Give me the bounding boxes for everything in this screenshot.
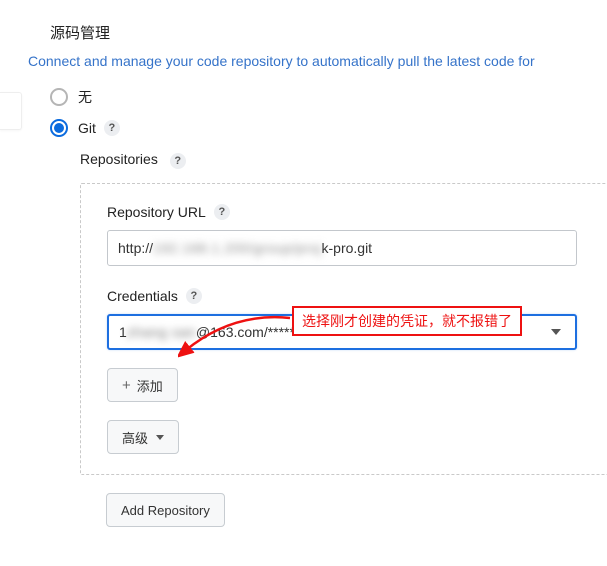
annotation-callout: 选择刚才创建的凭证，就不报错了 <box>292 306 522 336</box>
repositories-heading: Repositories ? <box>80 151 607 169</box>
section-title: 源码管理 <box>50 22 607 43</box>
advanced-label: 高级 <box>122 428 148 447</box>
help-icon[interactable]: ? <box>186 288 202 304</box>
repo-url-label-text: Repository URL <box>107 204 206 220</box>
repo-url-label: Repository URL ? <box>107 204 607 220</box>
section-desc: Connect and manage your code repository … <box>28 53 607 69</box>
help-icon[interactable]: ? <box>170 153 186 169</box>
repo-url-value-suffix: k-pro.git <box>322 240 373 256</box>
plus-icon: + <box>122 377 131 394</box>
git-config: Repositories ? Repository URL ? http:// … <box>80 151 607 527</box>
credentials-label: Credentials ? <box>107 288 607 304</box>
chevron-down-icon <box>156 435 164 440</box>
add-credential-label: 添加 <box>137 376 163 395</box>
add-repository-label: Add Repository <box>121 503 210 518</box>
radio-label-none: 无 <box>78 87 92 107</box>
add-repository-button[interactable]: Add Repository <box>106 493 225 527</box>
repo-url-input[interactable]: http:// 192.168.1.200/group/proj k-pro.g… <box>107 230 577 266</box>
left-panel-stub <box>0 92 22 130</box>
credentials-label-text: Credentials <box>107 288 178 304</box>
scm-option-git[interactable]: Git ? <box>50 119 607 137</box>
credentials-value-prefix: 1 <box>119 324 127 340</box>
help-icon[interactable]: ? <box>104 120 120 136</box>
repo-url-value-prefix: http:// <box>118 240 153 256</box>
add-credential-button[interactable]: + 添加 <box>107 368 178 402</box>
scm-section: 源码管理 Connect and manage your code reposi… <box>0 0 607 527</box>
advanced-button[interactable]: 高级 <box>107 420 179 454</box>
credentials-value-suffix: @163.com/****** <box>196 324 301 340</box>
scm-option-none[interactable]: 无 <box>50 87 607 107</box>
help-icon[interactable]: ? <box>214 204 230 220</box>
chevron-down-icon <box>551 329 561 335</box>
radio-icon <box>50 119 68 137</box>
repositories-label: Repositories <box>80 151 158 167</box>
credentials-value-blur: zhang san <box>127 324 196 340</box>
radio-label-git: Git <box>78 120 96 136</box>
radio-icon <box>50 88 68 106</box>
repo-url-value-blur: 192.168.1.200/group/proj <box>153 240 321 256</box>
